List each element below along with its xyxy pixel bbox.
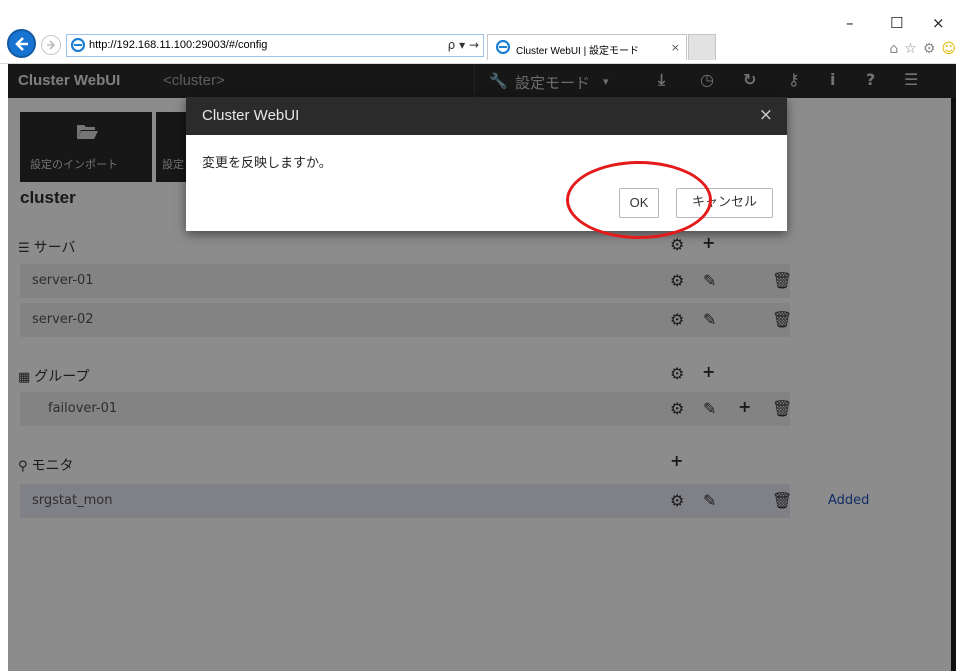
browser-tab[interactable]: Cluster WebUI | 設定モード ×	[487, 34, 687, 60]
home-icon[interactable]: ⌂	[889, 41, 898, 57]
ie-logo-icon	[496, 40, 510, 54]
tab-close-icon[interactable]: ×	[671, 41, 680, 54]
ok-button[interactable]: OK	[619, 188, 659, 218]
back-button[interactable]	[7, 29, 36, 58]
browser-chrome: http://192.168.11.100:29003/#/config ρ ▾…	[0, 0, 956, 64]
new-tab-button[interactable]	[688, 34, 716, 60]
address-url: http://192.168.11.100:29003/#/config	[89, 39, 268, 51]
dialog-title: Cluster WebUI	[202, 107, 300, 124]
forward-button[interactable]	[41, 35, 61, 55]
cancel-button[interactable]: キャンセル	[676, 188, 773, 218]
search-go-controls[interactable]: ρ ▾ →	[448, 38, 479, 52]
star-icon[interactable]: ☆	[904, 41, 917, 57]
ie-logo-icon	[71, 38, 85, 52]
close-window-button[interactable]: ×	[932, 14, 945, 32]
minimize-button[interactable]: –	[846, 14, 854, 32]
arrow-right-icon	[47, 40, 56, 50]
dialog-header: Cluster WebUI ×	[186, 97, 787, 135]
arrow-left-icon	[15, 37, 28, 51]
dialog-message: 変更を反映しますか。	[202, 156, 332, 171]
smiley-icon[interactable]: ☺	[941, 41, 956, 57]
maximize-button[interactable]: ☐	[890, 14, 903, 32]
address-bar[interactable]: http://192.168.11.100:29003/#/config ρ ▾…	[66, 34, 484, 57]
gear-icon[interactable]: ⚙	[923, 41, 936, 57]
confirm-dialog: Cluster WebUI × 変更を反映しますか。 OK キャンセル	[186, 97, 787, 231]
close-icon[interactable]: ×	[759, 105, 773, 125]
tab-title: Cluster WebUI | 設定モード	[516, 46, 639, 57]
